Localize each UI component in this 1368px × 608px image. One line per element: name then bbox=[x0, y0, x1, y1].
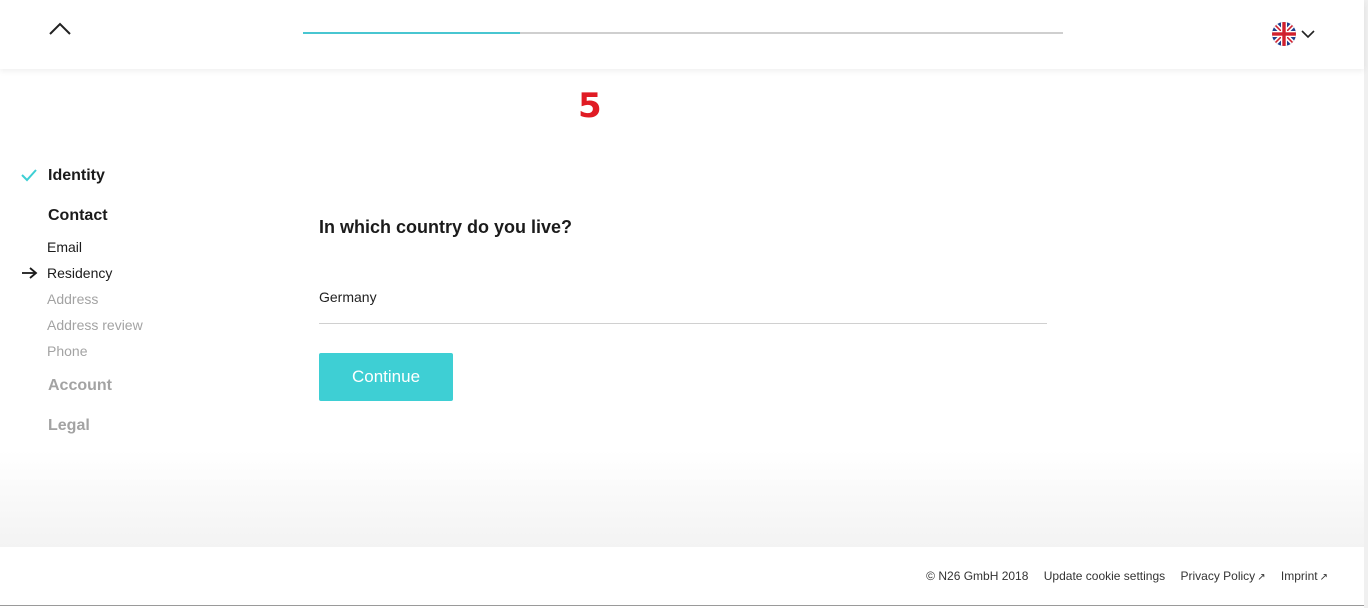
sidebar-item-label: Address bbox=[47, 291, 99, 307]
imprint-label: Imprint bbox=[1280, 569, 1318, 583]
sidebar-item-label: Legal bbox=[48, 417, 90, 434]
cookie-settings-link[interactable]: Update cookie settings bbox=[1044, 569, 1165, 583]
window-edge bbox=[1364, 0, 1368, 608]
progress-bar bbox=[303, 32, 1063, 34]
country-select[interactable]: Germany bbox=[319, 284, 1047, 324]
sidebar-subitem-address-review: Address review bbox=[0, 317, 200, 335]
chevron-up-icon bbox=[49, 22, 71, 35]
sidebar-item-label: Phone bbox=[47, 343, 88, 359]
check-icon bbox=[21, 169, 37, 182]
sidebar-item-label: Residency bbox=[47, 265, 113, 281]
privacy-policy-link[interactable]: Privacy Policy ↗ bbox=[1181, 569, 1266, 583]
sidebar-item-contact: Contact bbox=[0, 206, 200, 228]
sidebar-item-label: Contact bbox=[48, 207, 108, 224]
language-selector[interactable] bbox=[1270, 21, 1320, 47]
sidebar-item-legal: Legal bbox=[0, 416, 200, 438]
continue-button[interactable]: Continue bbox=[319, 353, 453, 401]
sidebar-item-identity[interactable]: Identity bbox=[0, 166, 200, 188]
step-number-annotation: 5 bbox=[578, 86, 602, 126]
sidebar-subitem-residency[interactable]: Residency bbox=[0, 265, 200, 283]
footer-gradient bbox=[0, 450, 1364, 547]
chevron-down-icon bbox=[1301, 30, 1315, 39]
external-link-icon: ↗ bbox=[1257, 572, 1266, 583]
sidebar-item-label: Account bbox=[48, 377, 112, 394]
sidebar-subitem-phone: Phone bbox=[0, 343, 200, 361]
collapse-button[interactable] bbox=[46, 18, 74, 40]
footer: © N26 GmbH 2018 Update cookie settings P… bbox=[0, 547, 1364, 606]
top-bar bbox=[0, 0, 1364, 69]
sidebar-subitem-email[interactable]: Email bbox=[0, 239, 200, 257]
privacy-policy-label: Privacy Policy bbox=[1180, 569, 1256, 583]
sidebar-item-account: Account bbox=[0, 376, 200, 398]
external-link-icon: ↗ bbox=[1319, 572, 1328, 583]
copyright-text: © N26 GmbH 2018 bbox=[926, 569, 1029, 583]
footer-links: © N26 GmbH 2018 Update cookie settings P… bbox=[926, 569, 1328, 583]
progress-bar-fill bbox=[303, 32, 520, 34]
country-select-value: Germany bbox=[319, 289, 377, 305]
arrow-right-icon bbox=[22, 267, 38, 279]
uk-flag-icon bbox=[1272, 22, 1296, 46]
sidebar-item-label: Address review bbox=[47, 317, 143, 333]
sidebar-subitem-address: Address bbox=[0, 291, 200, 309]
question-heading: In which country do you live? bbox=[319, 217, 573, 237]
sidebar-item-label: Email bbox=[47, 239, 83, 255]
sidebar-item-label: Identity bbox=[48, 167, 105, 184]
imprint-link[interactable]: Imprint ↗ bbox=[1281, 569, 1328, 583]
